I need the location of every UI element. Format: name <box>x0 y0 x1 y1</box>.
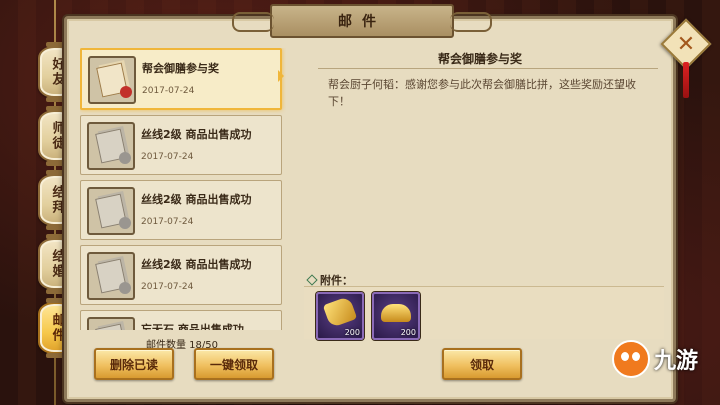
mail-list[interactable]: 帮会御膳参与奖 2017-07-24 丝线2级 商品出售成功 2017-07-2… <box>80 48 286 330</box>
attachment-quantity: 200 <box>344 328 360 337</box>
mail-subject: 丝线2级 商品出售成功 <box>141 258 252 271</box>
gold-token-icon <box>322 295 358 329</box>
mail-detail-title: 帮会御膳参与奖 <box>437 52 522 66</box>
attachment-label: 附件： <box>320 274 353 287</box>
attachment-label-row: 附件： <box>306 272 353 288</box>
mascot-icon <box>612 340 650 378</box>
mail-date: 2017-07-24 <box>141 217 194 227</box>
mail-icon <box>88 56 136 104</box>
claim-all-button[interactable]: 一键领取 <box>194 348 274 380</box>
mail-icon <box>87 317 135 330</box>
mail-icon <box>87 252 135 300</box>
gold-ingot-icon <box>381 304 411 322</box>
mail-subject: 帮会御膳参与奖 <box>142 62 219 75</box>
attachment-item-gold-ingot[interactable]: 200 <box>372 292 420 340</box>
mail-subject: 忘无石 商品出售成功 <box>141 323 244 330</box>
mail-icon <box>87 122 135 170</box>
claim-button[interactable]: 领取 <box>442 348 522 380</box>
watermark-text: 九游 <box>654 349 699 374</box>
mail-item-0[interactable]: 帮会御膳参与奖 2017-07-24 <box>80 48 284 110</box>
attachment-quantity: 200 <box>400 328 416 337</box>
mail-subject: 丝线2级 商品出售成功 <box>141 128 252 141</box>
mail-date: 2017-07-24 <box>141 282 194 292</box>
watermark-logo: 九游 <box>612 340 698 378</box>
divider <box>318 68 658 69</box>
close-icon: ✕ <box>676 31 696 57</box>
mail-date: 2017-07-24 <box>141 152 194 162</box>
mail-date: 2017-07-24 <box>142 86 195 96</box>
delete-read-button[interactable]: 删除已读 <box>94 348 174 380</box>
title-bar: 邮件 <box>232 4 492 38</box>
page-title: 邮件 <box>338 14 386 30</box>
diamond-icon <box>306 274 318 286</box>
mail-subject: 丝线2级 商品出售成功 <box>141 193 252 206</box>
mail-item-3[interactable]: 丝线2级 商品出售成功 2017-07-24 <box>80 245 282 305</box>
tassel-decoration <box>683 62 689 98</box>
mail-detail-body: 帮会厨子何韬：感谢您参与此次帮会御膳比拼，这些奖励还望收下！ <box>328 78 636 108</box>
attachment-item-gold-token[interactable]: 200 <box>316 292 364 340</box>
mail-item-1[interactable]: 丝线2级 商品出售成功 2017-07-24 <box>80 115 282 175</box>
mail-item-2[interactable]: 丝线2级 商品出售成功 2017-07-24 <box>80 180 282 240</box>
mail-icon <box>87 187 135 235</box>
mail-item-4[interactable]: 忘无石 商品出售成功 <box>80 310 282 330</box>
